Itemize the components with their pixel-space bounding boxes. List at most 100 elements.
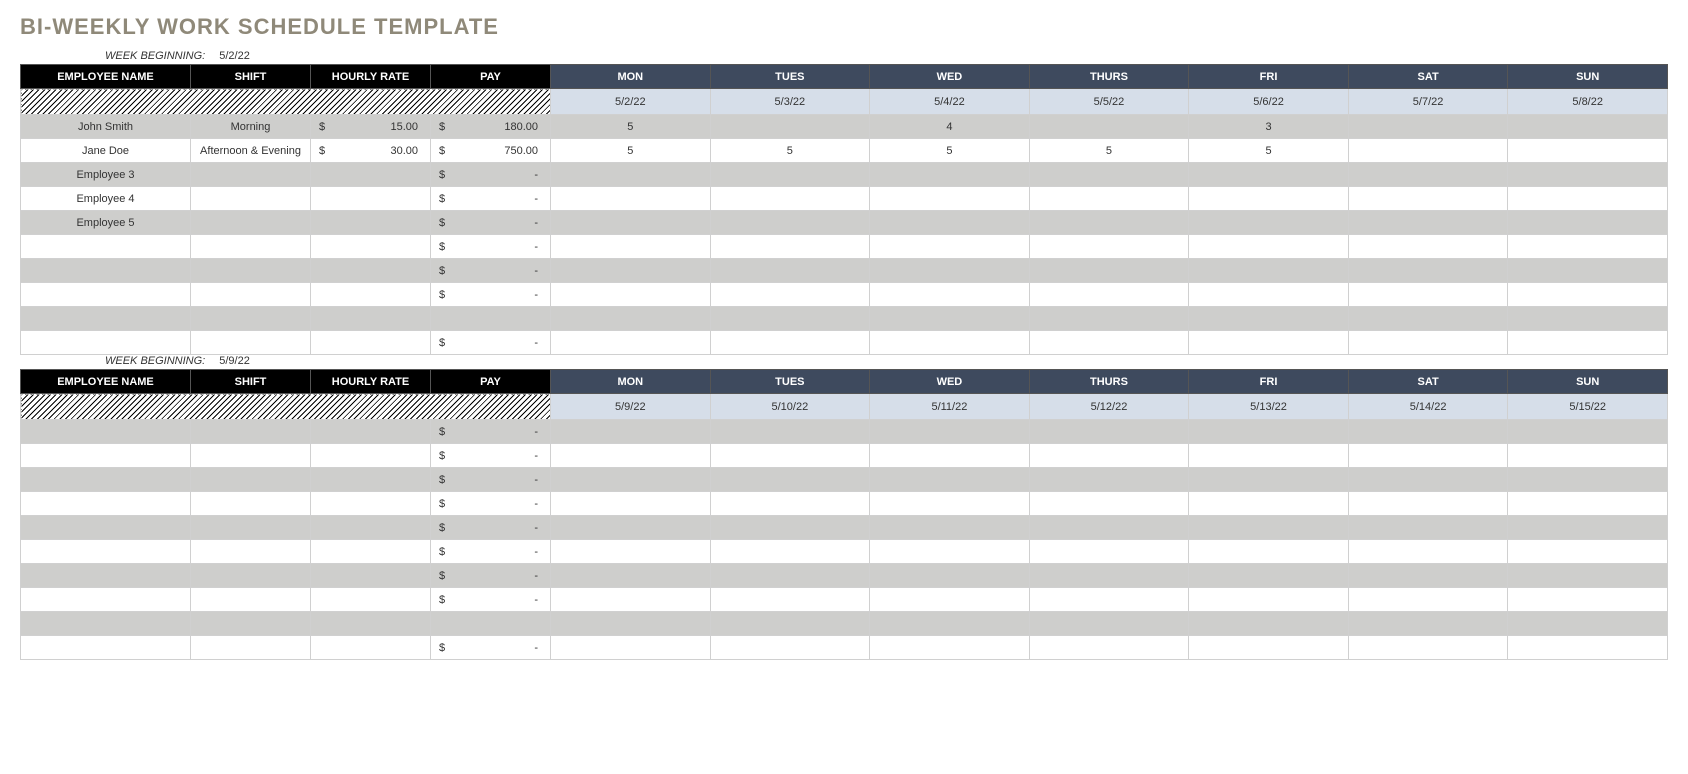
hourly-rate-cell[interactable] xyxy=(311,564,431,588)
shift-cell[interactable] xyxy=(191,516,311,540)
hours-cell[interactable] xyxy=(1508,307,1668,331)
shift-cell[interactable] xyxy=(191,331,311,355)
shift-cell[interactable]: Afternoon & Evening xyxy=(191,139,311,163)
hours-cell[interactable] xyxy=(551,492,711,516)
employee-name-cell[interactable] xyxy=(21,492,191,516)
hourly-rate-cell[interactable] xyxy=(311,187,431,211)
hours-cell[interactable]: 5 xyxy=(1029,139,1189,163)
employee-name-cell[interactable] xyxy=(21,588,191,612)
hours-cell[interactable] xyxy=(1029,588,1189,612)
hours-cell[interactable] xyxy=(1348,564,1508,588)
hourly-rate-cell[interactable] xyxy=(311,612,431,636)
hours-cell[interactable] xyxy=(551,163,711,187)
hours-cell[interactable] xyxy=(1029,331,1189,355)
employee-name-cell[interactable] xyxy=(21,636,191,660)
hours-cell[interactable] xyxy=(710,444,870,468)
shift-cell[interactable] xyxy=(191,259,311,283)
hours-cell[interactable] xyxy=(710,564,870,588)
hours-cell[interactable] xyxy=(551,468,711,492)
hours-cell[interactable] xyxy=(1348,636,1508,660)
hours-cell[interactable] xyxy=(1029,307,1189,331)
hours-cell[interactable]: 4 xyxy=(870,115,1030,139)
hours-cell[interactable] xyxy=(1348,163,1508,187)
hours-cell[interactable] xyxy=(870,235,1030,259)
hours-cell[interactable] xyxy=(1508,235,1668,259)
pay-cell[interactable]: $- xyxy=(431,540,551,564)
hours-cell[interactable] xyxy=(1348,540,1508,564)
hours-cell[interactable] xyxy=(1189,187,1349,211)
hours-cell[interactable] xyxy=(870,636,1030,660)
hours-cell[interactable] xyxy=(1508,612,1668,636)
hours-cell[interactable] xyxy=(1029,636,1189,660)
hourly-rate-cell[interactable] xyxy=(311,331,431,355)
hours-cell[interactable] xyxy=(1189,420,1349,444)
hours-cell[interactable] xyxy=(870,187,1030,211)
hours-cell[interactable] xyxy=(710,331,870,355)
pay-cell[interactable]: $- xyxy=(431,259,551,283)
hours-cell[interactable] xyxy=(1189,163,1349,187)
hours-cell[interactable] xyxy=(1189,331,1349,355)
hours-cell[interactable] xyxy=(1029,420,1189,444)
hours-cell[interactable] xyxy=(1189,444,1349,468)
hours-cell[interactable] xyxy=(551,331,711,355)
hours-cell[interactable] xyxy=(1189,211,1349,235)
hourly-rate-cell[interactable] xyxy=(311,420,431,444)
hourly-rate-cell[interactable] xyxy=(311,468,431,492)
shift-cell[interactable] xyxy=(191,492,311,516)
employee-name-cell[interactable] xyxy=(21,468,191,492)
hours-cell[interactable] xyxy=(1189,259,1349,283)
hours-cell[interactable] xyxy=(1189,492,1349,516)
employee-name-cell[interactable] xyxy=(21,259,191,283)
hours-cell[interactable] xyxy=(870,211,1030,235)
hours-cell[interactable] xyxy=(1348,139,1508,163)
pay-cell[interactable]: $- xyxy=(431,588,551,612)
hours-cell[interactable] xyxy=(710,540,870,564)
hours-cell[interactable] xyxy=(710,420,870,444)
hours-cell[interactable] xyxy=(1508,115,1668,139)
hours-cell[interactable] xyxy=(551,516,711,540)
hours-cell[interactable] xyxy=(1508,516,1668,540)
hours-cell[interactable] xyxy=(1508,259,1668,283)
hours-cell[interactable] xyxy=(1189,612,1349,636)
hours-cell[interactable] xyxy=(551,612,711,636)
hours-cell[interactable] xyxy=(1029,259,1189,283)
pay-cell[interactable]: $- xyxy=(431,235,551,259)
hours-cell[interactable] xyxy=(1348,588,1508,612)
hours-cell[interactable] xyxy=(1348,516,1508,540)
employee-name-cell[interactable] xyxy=(21,612,191,636)
hourly-rate-cell[interactable] xyxy=(311,235,431,259)
hours-cell[interactable] xyxy=(1189,235,1349,259)
hourly-rate-cell[interactable]: $30.00 xyxy=(311,139,431,163)
hourly-rate-cell[interactable] xyxy=(311,516,431,540)
hours-cell[interactable] xyxy=(1508,187,1668,211)
hours-cell[interactable] xyxy=(1029,492,1189,516)
pay-cell[interactable]: $180.00 xyxy=(431,115,551,139)
hours-cell[interactable] xyxy=(1189,588,1349,612)
hours-cell[interactable] xyxy=(870,444,1030,468)
pay-cell[interactable]: $- xyxy=(431,283,551,307)
hours-cell[interactable] xyxy=(1348,331,1508,355)
hours-cell[interactable] xyxy=(870,612,1030,636)
shift-cell[interactable] xyxy=(191,187,311,211)
hours-cell[interactable] xyxy=(1508,331,1668,355)
hours-cell[interactable] xyxy=(710,492,870,516)
hours-cell[interactable] xyxy=(710,259,870,283)
employee-name-cell[interactable] xyxy=(21,283,191,307)
hours-cell[interactable] xyxy=(1348,492,1508,516)
hours-cell[interactable] xyxy=(1189,636,1349,660)
hours-cell[interactable] xyxy=(551,444,711,468)
hours-cell[interactable] xyxy=(1508,540,1668,564)
pay-cell[interactable]: $- xyxy=(431,516,551,540)
employee-name-cell[interactable]: Employee 5 xyxy=(21,211,191,235)
hourly-rate-cell[interactable] xyxy=(311,588,431,612)
hours-cell[interactable] xyxy=(1029,283,1189,307)
employee-name-cell[interactable] xyxy=(21,331,191,355)
hours-cell[interactable] xyxy=(551,540,711,564)
hours-cell[interactable] xyxy=(1348,307,1508,331)
hours-cell[interactable] xyxy=(710,283,870,307)
hours-cell[interactable] xyxy=(1029,235,1189,259)
hours-cell[interactable] xyxy=(1508,468,1668,492)
hours-cell[interactable] xyxy=(1348,235,1508,259)
hours-cell[interactable] xyxy=(1029,516,1189,540)
hours-cell[interactable] xyxy=(551,211,711,235)
